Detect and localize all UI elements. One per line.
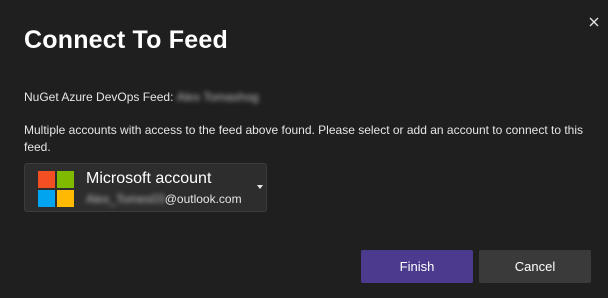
account-dropdown[interactable]: Microsoft account Alex_Tomes03@outlook.c… — [24, 163, 267, 212]
microsoft-logo-icon — [38, 171, 74, 207]
account-email-domain: @outlook.com — [164, 192, 242, 206]
close-icon — [589, 17, 599, 27]
logo-green-square — [57, 171, 74, 188]
logo-yellow-square — [57, 190, 74, 207]
feed-name: Alex Tomashog — [176, 90, 259, 104]
account-type: Microsoft account — [86, 170, 212, 187]
connect-to-feed-dialog: Connect To Feed NuGet Azure DevOps Feed:… — [0, 0, 608, 298]
feed-label: NuGet Azure DevOps Feed: — [24, 90, 174, 104]
account-email-user: Alex_Tomes03 — [86, 192, 165, 206]
logo-blue-square — [38, 190, 55, 207]
logo-red-square — [38, 171, 55, 188]
account-email: Alex_Tomes03@outlook.com — [86, 192, 242, 206]
dialog-title: Connect To Feed — [24, 26, 228, 54]
feed-info: NuGet Azure DevOps Feed: Alex Tomashog — [24, 90, 259, 104]
cancel-button[interactable]: Cancel — [479, 250, 591, 283]
finish-button[interactable]: Finish — [361, 250, 473, 283]
close-button[interactable] — [586, 14, 602, 30]
instruction-message: Multiple accounts with access to the fee… — [24, 123, 584, 154]
chevron-down-icon — [257, 185, 263, 189]
